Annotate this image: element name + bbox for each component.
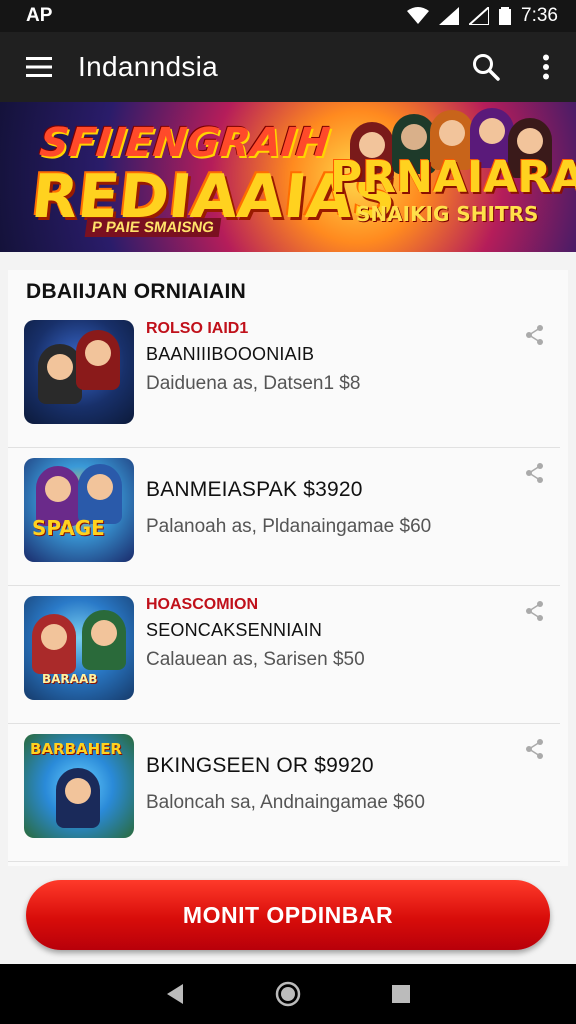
search-icon: [473, 54, 500, 81]
share-icon[interactable]: [524, 462, 546, 484]
thumb-label: BARBAHER: [30, 740, 122, 758]
thumb-label: SPAGE: [32, 516, 105, 540]
wifi-icon: [407, 7, 430, 24]
hamburger-menu-icon: [26, 57, 52, 77]
app-bar: Indanndsia: [0, 32, 576, 102]
item-text: HOASCOMION SEONCAKSENNIAIN Calauean as, …: [146, 596, 516, 671]
item-subtitle: Daiduena as, Datsen1 $8: [146, 373, 361, 394]
thumb-character: [56, 768, 100, 828]
thumb-character: [32, 614, 76, 674]
status-bar: AP 7:36: [0, 0, 576, 32]
home-icon[interactable]: [275, 981, 301, 1007]
game-thumbnail: [24, 320, 134, 424]
system-nav-bar: [0, 964, 576, 1024]
status-carrier: AP: [26, 5, 53, 26]
game-thumbnail: BARAAB: [24, 596, 134, 700]
more-options-button[interactable]: [516, 32, 576, 102]
list-item[interactable]: BARBAHER BKINGSEEN OR $9920 Baloncah sa,…: [8, 724, 560, 862]
status-time: 7:36: [521, 5, 558, 26]
share-icon[interactable]: [524, 324, 546, 346]
list-item[interactable]: BARAAB HOASCOMION SEONCAKSENNIAIN Calaue…: [8, 586, 560, 724]
menu-button[interactable]: [0, 32, 78, 102]
share-icon[interactable]: [524, 600, 546, 622]
search-button[interactable]: [456, 32, 516, 102]
status-icons: 7:36: [407, 5, 558, 27]
more-vert-icon: [543, 54, 549, 80]
product-list-panel: DBAIIJAN ORNIAIAIN ROLSO IAID1 BAANIIIBO…: [8, 270, 568, 866]
game-thumbnail: BARBAHER: [24, 734, 134, 838]
item-name: BANMEIASPAK $3920: [146, 478, 363, 501]
promo-banner[interactable]: SFIIENGRAIH REDIAAIAS P PAIE SMAISNG PRN…: [0, 102, 576, 252]
item-tag: ROLSO IAID1: [146, 320, 249, 337]
item-text: ROLSO IAID1 BAANIIIBOOONIAIB Daiduena as…: [146, 320, 516, 395]
list-item[interactable]: SPAGE BANMEIASPAK $3920 Palanoah as, Pld…: [8, 448, 560, 586]
thumb-label: BARAAB: [42, 672, 98, 686]
banner-right-subtitle: SNAIKIG SHITRS: [356, 202, 539, 226]
banner-right-title: PRNAIARA: [330, 152, 576, 203]
list-item[interactable]: ROLSO IAID1 BAANIIIBOOONIAIB Daiduena as…: [8, 310, 560, 448]
battery-icon: [499, 7, 512, 25]
section-title: DBAIIJAN ORNIAIAIN: [26, 280, 247, 303]
item-text: BANMEIASPAK $3920 Palanoah as, Pldanaing…: [146, 458, 516, 538]
signal-icon: [439, 7, 460, 25]
banner-title-line1: SFIIENGRAIH: [37, 120, 333, 166]
thumb-character: [82, 610, 126, 670]
item-name: BAANIIIBOOONIAIB: [146, 344, 315, 364]
thumb-character: [78, 464, 122, 524]
item-name: BKINGSEEN OR $9920: [146, 754, 374, 777]
game-thumbnail: SPAGE: [24, 458, 134, 562]
recents-icon[interactable]: [391, 984, 411, 1004]
thumb-character: [76, 330, 120, 390]
banner-tagline: P PAIE SMAISNG: [84, 218, 222, 237]
signal-icon-2: [469, 7, 490, 25]
item-tag: HOASCOMION: [146, 596, 258, 613]
primary-cta-button[interactable]: MONIT OPDINBAR: [26, 880, 550, 950]
back-icon[interactable]: [165, 983, 185, 1005]
item-subtitle: Baloncah sa, Andnaingamae $60: [146, 792, 425, 813]
share-icon[interactable]: [524, 738, 546, 760]
item-name: SEONCAKSENNIAIN: [146, 620, 323, 640]
item-subtitle: Calauean as, Sarisen $50: [146, 649, 365, 670]
app-title: Indanndsia: [78, 51, 219, 82]
item-text: BKINGSEEN OR $9920 Baloncah sa, Andnaing…: [146, 734, 516, 814]
item-subtitle: Palanoah as, Pldanaingamae $60: [146, 516, 432, 537]
